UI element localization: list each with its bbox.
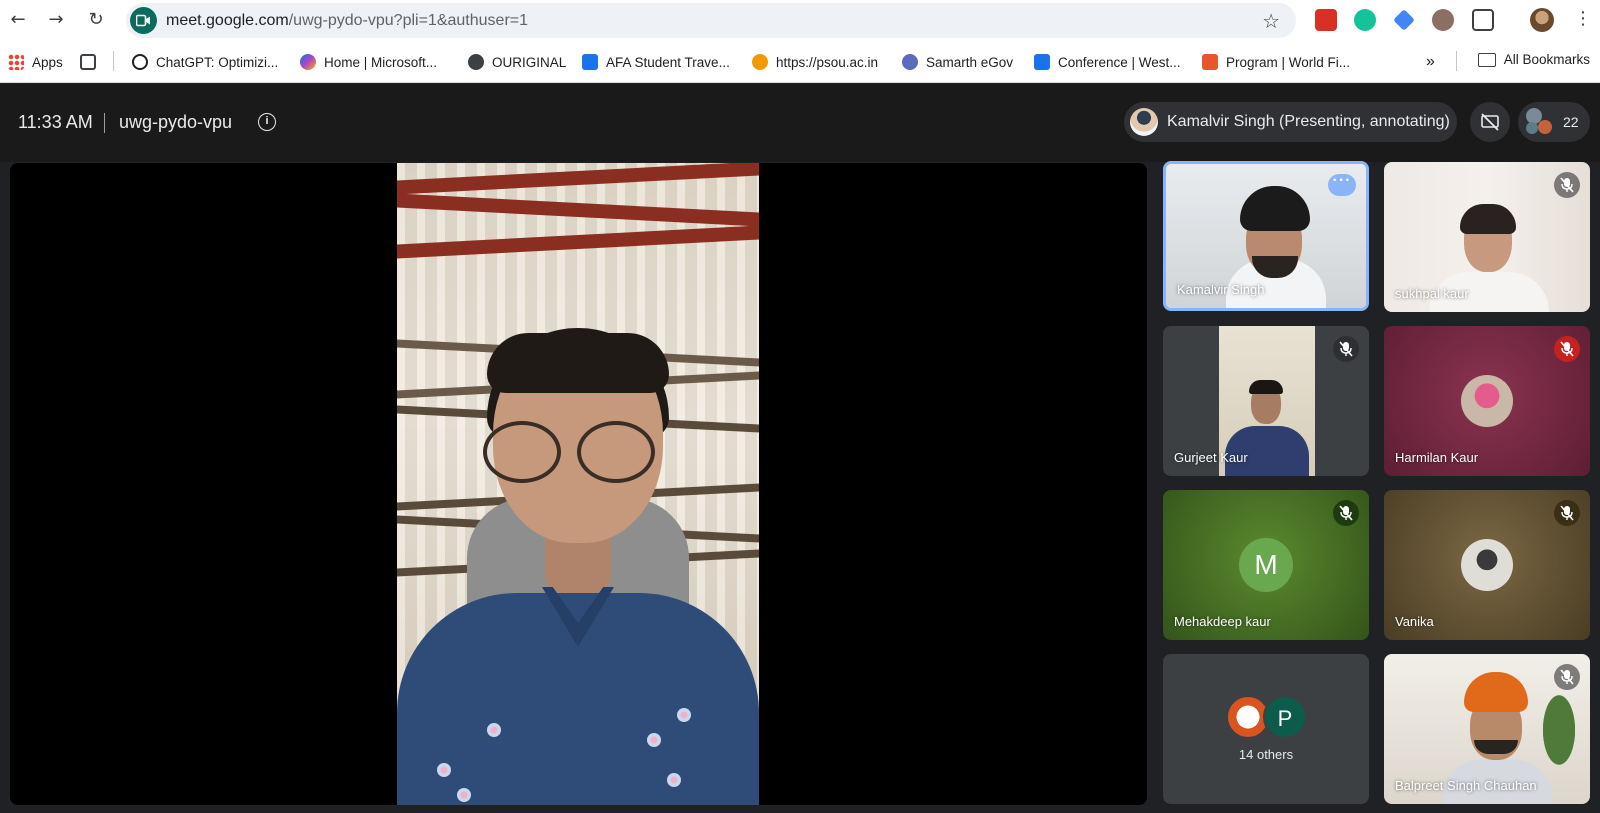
hide-presentation-button[interactable] [1470,102,1510,142]
participant-tile-kamalvir[interactable]: ··· Kamalvir Singh [1163,161,1369,311]
presenter-label: Kamalvir Singh (Presenting, annotating) [1167,113,1450,130]
bookmark-microsoft[interactable]: Home | Microsoft... [300,52,437,72]
main-video-stage[interactable] [10,163,1147,805]
participant-name: Gurjeet Kaur [1174,450,1248,465]
bookmark-samarth[interactable]: Samarth eGov [902,52,1013,72]
tab-groups-icon[interactable] [80,52,96,72]
meet-header: 11:33 AM uwg-pydo-vpu i Kamalvir Singh (… [0,84,1600,162]
presenter-chip[interactable]: Kamalvir Singh (Presenting, annotating) [1124,102,1457,142]
owl-extension-icon[interactable] [1432,9,1454,31]
divider [1456,51,1457,71]
more-bookmarks-chevron-icon[interactable]: » [1426,52,1435,72]
bookmark-label: OURIGINAL [492,54,567,70]
url-host: meet.google.com [166,12,289,29]
divider [113,51,114,71]
participant-tile-gurjeet[interactable]: Gurjeet Kaur [1163,326,1369,476]
participant-tile-mehakdeep[interactable]: M Mehakdeep kaur [1163,490,1369,640]
psou-icon [752,54,768,70]
chatgpt-icon [132,54,148,70]
bookmark-label: Program | World Fi... [1226,54,1351,70]
grammarly-extension-icon[interactable] [1354,9,1376,31]
world-icon [1202,54,1218,70]
mic-off-icon [1554,336,1580,362]
globe-icon [468,54,484,70]
bookmark-conference[interactable]: Conference | West... [1034,52,1181,72]
bookmark-chatgpt[interactable]: ChatGPT: Optimizi... [132,52,278,72]
divider [104,113,105,133]
more-options-icon[interactable]: ··· [1328,173,1356,196]
meet-window: 11:33 AM uwg-pydo-vpu i Kamalvir Singh (… [0,84,1600,813]
meeting-code: uwg-pydo-vpu [119,112,233,132]
profile-avatar[interactable] [1530,8,1554,32]
mic-off-icon [1333,336,1359,362]
participant-count: 22 [1563,114,1579,130]
participant-name: Mehakdeep kaur [1174,614,1271,629]
bookmark-program[interactable]: Program | World Fi... [1202,52,1350,72]
samarth-icon [902,54,918,70]
bookmark-ouriginal[interactable]: OURIGINAL [468,52,566,72]
folder-icon [1477,52,1496,67]
participant-avatar [1461,539,1513,591]
scholar-extension-icon[interactable] [1393,9,1415,31]
bookmark-label: AFA Student Trave... [606,54,730,70]
participant-tile-harmilan[interactable]: Harmilan Kaur [1384,326,1590,476]
bookmark-apps[interactable]: Apps [8,52,63,72]
participant-avatar: P [1263,695,1307,739]
s-favicon [582,54,598,70]
participant-tile-sukhpal[interactable]: sukhpal kaur [1384,162,1590,312]
bookmark-label: Apps [32,54,63,70]
bookmark-afa[interactable]: AFA Student Trave... [582,52,730,72]
participant-avatar: M [1239,538,1293,592]
participant-name: Harmilan Kaur [1395,450,1479,465]
mendeley-extension-icon[interactable] [1315,9,1337,31]
all-bookmarks-label: All Bookmarks [1503,52,1590,67]
mic-off-icon [1554,664,1580,690]
bookmark-label: https://psou.ac.in [776,54,879,70]
participant-name: Kamalvir Singh [1177,282,1265,297]
reload-icon[interactable]: ↻ [84,8,108,32]
browser-menu-icon[interactable]: ⋮ [1574,8,1592,29]
microsoft-copilot-icon [300,54,316,70]
bookmark-label: Samarth eGov [926,54,1014,70]
forward-arrow-icon[interactable]: → [44,8,68,32]
meeting-info-icon[interactable]: i [258,113,276,131]
participant-avatars [1526,108,1554,136]
mic-off-icon [1333,500,1359,526]
participant-name: sukhpal kaur [1395,286,1469,301]
mic-off-icon [1554,172,1580,198]
others-count-label: 14 others [1238,747,1294,762]
bookmark-psou[interactable]: https://psou.ac.in [752,52,878,72]
meet-site-icon[interactable] [130,7,157,34]
back-arrow-icon[interactable]: ← [6,8,30,32]
others-tile[interactable]: P 14 others [1163,654,1369,804]
participant-tile-balpreet[interactable]: Balpreet Singh Chauhan [1384,654,1590,804]
presenter-avatar [1130,108,1158,136]
participant-name: Balpreet Singh Chauhan [1395,778,1537,793]
apps-grid-icon [8,54,24,70]
spotlight-video [397,163,759,805]
address-bar[interactable]: meet.google.com/uwg-pydo-vpu?pli=1&authu… [126,3,1296,38]
bookmark-star-icon[interactable]: ☆ [1262,9,1280,33]
url-text[interactable]: meet.google.com/uwg-pydo-vpu?pli=1&authu… [166,12,528,30]
meeting-time: 11:33 AM [18,112,93,132]
extensions-puzzle-icon[interactable] [1472,9,1494,31]
url-path: /uwg-pydo-vpu?pli=1&authuser=1 [288,12,529,29]
browser-toolbar: ← → ↻ meet.google.com/uwg-pydo-vpu?pli=1… [0,0,1600,41]
no-screen-icon [1481,113,1499,131]
mic-off-icon [1554,500,1580,526]
participant-name: Vanika [1395,614,1434,629]
bookmark-label: ChatGPT: Optimizi... [156,54,279,70]
s-favicon [1034,54,1050,70]
bookmark-label: Home | Microsoft... [324,54,438,70]
participant-tile-vanika[interactable]: Vanika [1384,490,1590,640]
participants-button[interactable]: 22 [1518,102,1590,142]
bookmarks-bar: Apps ChatGPT: Optimizi... Home | Microso… [0,41,1600,83]
bookmark-label: Conference | West... [1058,54,1181,70]
all-bookmarks-button[interactable]: All Bookmarks [1477,52,1590,67]
participant-avatar [1461,375,1513,427]
